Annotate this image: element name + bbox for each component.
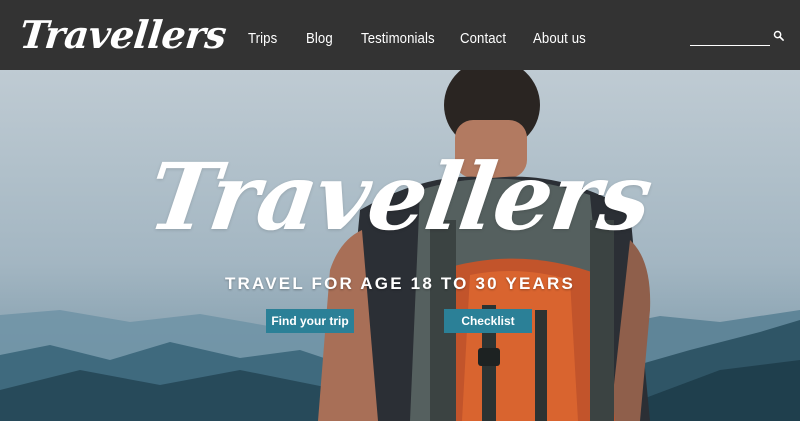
top-navbar: Travellers Trips Blog Testimonials Conta…	[0, 0, 800, 70]
find-your-trip-button[interactable]: Find your trip	[266, 309, 354, 333]
site-logo[interactable]: Travellers	[17, 10, 229, 60]
hero-section: Travellers TRAVEL FOR AGE 18 TO 30 YEARS…	[0, 70, 800, 421]
search-box	[690, 28, 790, 48]
nav-link-blog[interactable]: Blog	[306, 30, 333, 47]
nav-link-trips[interactable]: Trips	[248, 30, 277, 47]
hero-subtitle: TRAVEL FOR AGE 18 TO 30 YEARS	[224, 274, 576, 293]
search-icon[interactable]	[773, 30, 784, 41]
nav-link-testimonials[interactable]: Testimonials	[361, 30, 435, 47]
nav-link-contact[interactable]: Contact	[460, 30, 506, 47]
nav-link-about-us[interactable]: About us	[533, 30, 586, 47]
search-input[interactable]	[690, 28, 770, 46]
checklist-button[interactable]: Checklist	[444, 309, 532, 333]
hero-title: Travellers	[142, 143, 658, 251]
